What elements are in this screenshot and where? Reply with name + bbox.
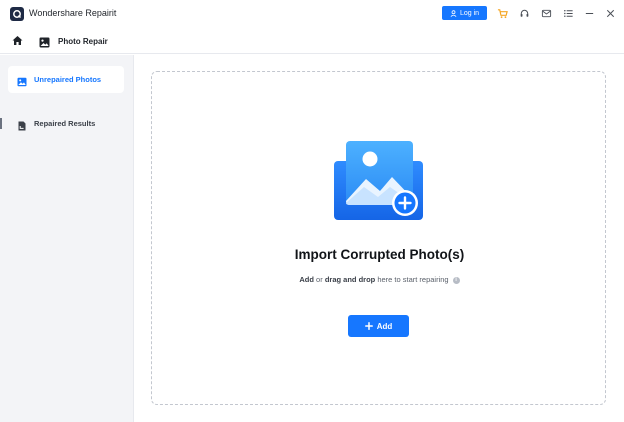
page-title: Photo Repair	[58, 37, 108, 46]
sidebar-item-repaired-results[interactable]: Repaired Results	[8, 110, 124, 137]
nav-bar: Photo Repair	[0, 28, 624, 54]
menu-icon[interactable]	[562, 7, 574, 19]
user-icon	[450, 9, 457, 17]
sidebar: Unrepaired Photos Repaired Results	[0, 55, 134, 422]
sidebar-item-label: Repaired Results	[34, 119, 96, 128]
sidebar-item-unrepaired-photos[interactable]: Unrepaired Photos	[8, 66, 124, 93]
login-label: Log in	[459, 9, 480, 17]
title-bar: Wondershare Repairit Log in	[0, 0, 624, 28]
add-button[interactable]: Add	[348, 315, 409, 337]
drag-drop-text: drag and drop	[324, 275, 376, 284]
headset-icon[interactable]	[518, 7, 530, 19]
rest-text: here to start repairing	[375, 275, 449, 284]
photo-icon	[39, 35, 50, 48]
sidebar-edge-marker	[0, 118, 2, 129]
close-icon[interactable]	[604, 7, 616, 19]
mail-icon[interactable]	[540, 7, 552, 19]
photo-import-illustration-icon	[334, 141, 426, 221]
minimize-icon[interactable]	[583, 7, 595, 19]
image-icon	[17, 74, 27, 87]
cart-icon[interactable]	[496, 7, 508, 19]
app-logo-icon	[10, 7, 24, 21]
drop-zone[interactable]: Import Corrupted Photo(s) Add or drag an…	[151, 71, 606, 405]
info-icon[interactable]: i	[452, 276, 460, 284]
import-title: Import Corrupted Photo(s)	[294, 247, 465, 262]
document-icon	[17, 118, 27, 131]
sidebar-item-label: Unrepaired Photos	[34, 75, 102, 84]
login-button[interactable]: Log in	[442, 6, 487, 20]
home-icon[interactable]	[11, 34, 24, 47]
or-text: or	[313, 275, 325, 284]
add-button-label: Add	[376, 321, 393, 331]
plus-icon	[364, 322, 373, 330]
app-title: Wondershare Repairit	[29, 8, 117, 18]
import-subtitle: Add or drag and drop here to start repai…	[152, 275, 607, 284]
add-link[interactable]: Add	[299, 275, 314, 284]
